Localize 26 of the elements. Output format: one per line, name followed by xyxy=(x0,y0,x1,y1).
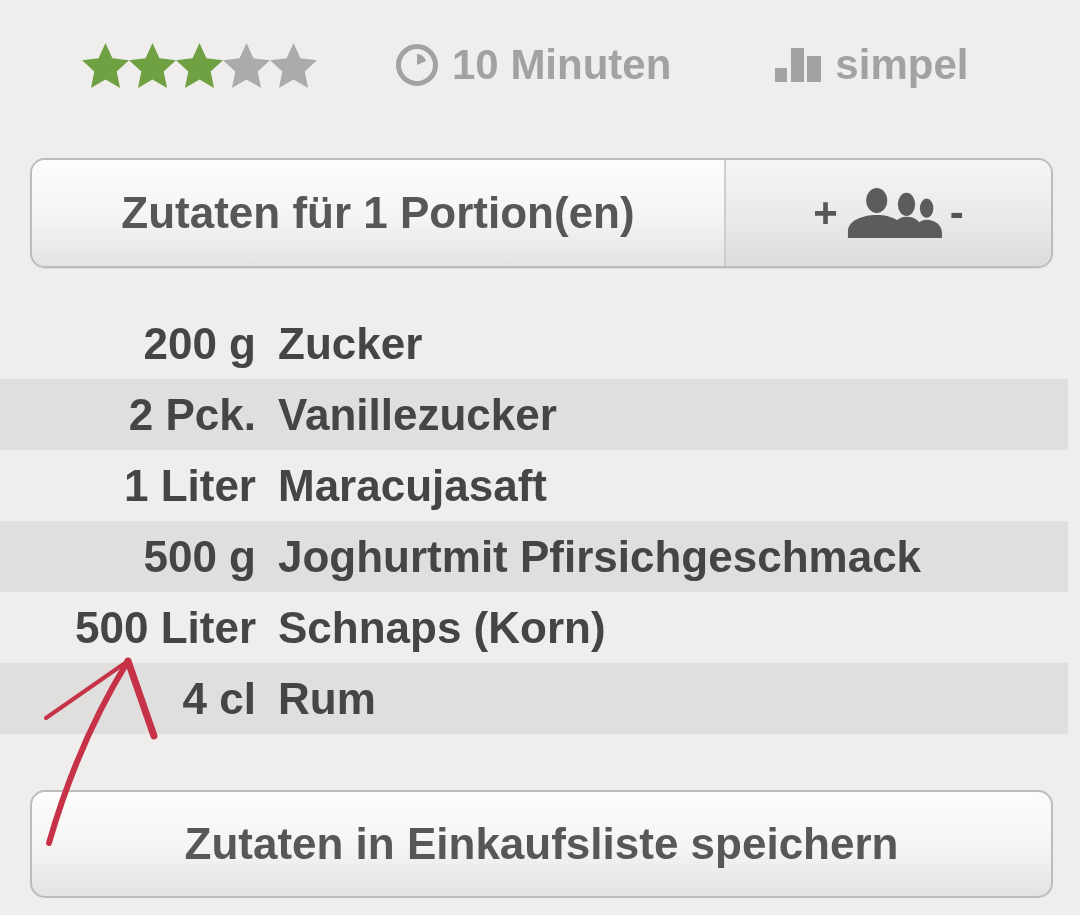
ingredient-name: Rum xyxy=(278,673,376,724)
save-to-shopping-list-button[interactable]: Zutaten in Einkaufsliste speichern xyxy=(30,790,1053,898)
ingredient-name: Joghurtmit Pfirsichgeschmack xyxy=(278,531,922,582)
ingredient-name: Zucker xyxy=(278,318,423,369)
increase-button[interactable]: + xyxy=(811,190,840,236)
decrease-button[interactable]: - xyxy=(947,190,966,236)
ingredient-name: Maracujasaft xyxy=(278,460,547,511)
ingredient-amount: 500 Liter xyxy=(75,602,256,653)
ingredient-name: Vanillezucker xyxy=(278,389,557,440)
portions-label: Zutaten für 1 Portion(en) xyxy=(32,160,726,266)
bar-chart-icon xyxy=(775,48,822,82)
ingredient-name: Schnaps (Korn) xyxy=(278,602,606,653)
ingredient-amount: 1 Liter xyxy=(123,460,256,511)
star-icon xyxy=(176,42,223,88)
duration-text: 10 Minuten xyxy=(452,41,672,89)
star-icon xyxy=(223,42,270,88)
difficulty-text: simpel xyxy=(835,41,969,89)
star-icon xyxy=(129,42,176,88)
people-icon xyxy=(845,188,942,238)
ingredient-amount: 200 g xyxy=(143,318,256,369)
star-icon xyxy=(82,42,129,88)
ingredient-amount: 2 Pck. xyxy=(128,389,256,440)
clock-icon xyxy=(396,44,438,86)
ingredient-amount: 500 g xyxy=(143,531,256,582)
ingredient-amount: 4 cl xyxy=(182,673,256,724)
star-icon xyxy=(270,42,317,88)
